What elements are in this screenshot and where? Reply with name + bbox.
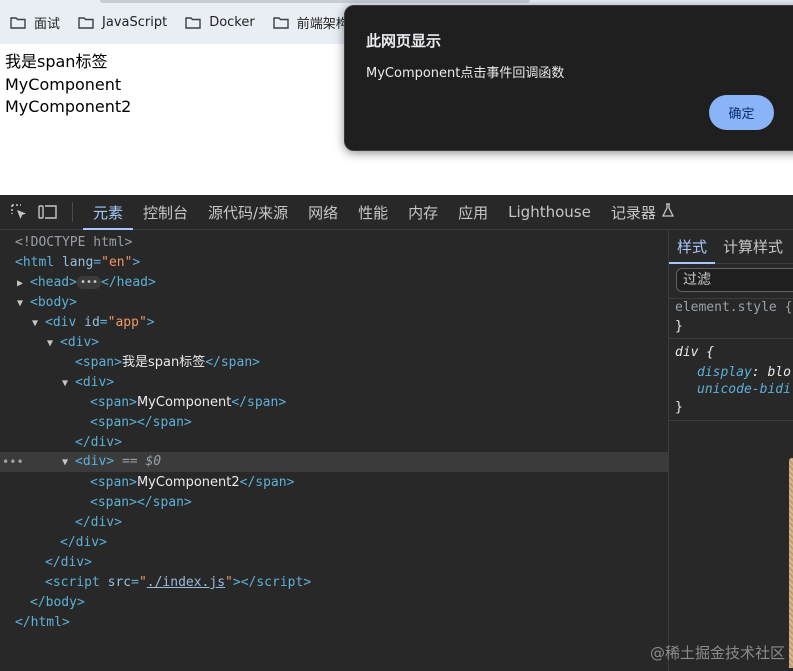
expand-arrow-icon[interactable]: ▶ <box>17 274 30 294</box>
styles-tabs: 样式 计算样式 <box>669 230 793 264</box>
dom-node-span[interactable]: <span></span> <box>0 413 668 433</box>
tab-recorder-label: 记录器 <box>610 203 656 222</box>
divider <box>669 420 793 421</box>
doctype-text: <!DOCTYPE html> <box>15 235 133 250</box>
divider <box>669 338 793 339</box>
dom-node-div-close[interactable]: </div> <box>0 553 668 573</box>
collapsed-ellipsis-icon[interactable]: ••• <box>76 276 102 289</box>
bookmark-label: Docker <box>209 14 255 30</box>
attr-value: en <box>108 255 125 270</box>
dom-node-div-selected[interactable]: ••• ▼ <div> == $0 <box>0 452 668 472</box>
ok-button[interactable]: 确定 <box>709 95 774 130</box>
folder-icon <box>185 16 201 29</box>
tab-computed[interactable]: 计算样式 <box>715 230 791 264</box>
alert-dialog: 此网页显示 MyComponent点击事件回调函数 确定 <box>344 5 793 151</box>
bookmark-item[interactable]: Docker <box>185 15 255 30</box>
page-text-line[interactable]: MyComponent <box>5 74 121 96</box>
css-value: blo <box>767 365 791 380</box>
body-open-tag: <body> <box>30 295 77 310</box>
dom-node-body-close[interactable]: </body> <box>0 593 668 613</box>
bookmark-label: 面试 <box>34 16 61 32</box>
selected-node-marker: == $0 <box>121 454 162 469</box>
toolbar-divider <box>72 202 73 222</box>
collapse-arrow-icon[interactable]: ▼ <box>62 374 75 394</box>
dom-node-div[interactable]: ▼ <div> <box>0 333 668 353</box>
dom-node-span[interactable]: <span></span> <box>0 493 668 513</box>
dom-node-head[interactable]: ▶ <head> ••• </head> <box>0 273 668 293</box>
device-toggle-icon[interactable] <box>38 202 58 222</box>
rule-close-brace: } <box>675 400 683 415</box>
elements-panel: <!DOCTYPE html> <html lang="en"> ▶ <head>… <box>0 230 668 671</box>
dom-node-div-close[interactable]: </div> <box>0 533 668 553</box>
alert-message: MyComponent点击事件回调函数 <box>366 66 565 81</box>
dom-node-body[interactable]: ▼ <body> <box>0 293 668 313</box>
page-text-line: 我是span标签 <box>5 52 108 71</box>
collapse-arrow-icon[interactable]: ▼ <box>17 294 30 314</box>
tab-application[interactable]: 应用 <box>448 195 498 230</box>
tab-strip-edge <box>100 0 530 3</box>
box-model-preview <box>789 458 793 668</box>
head-close-tag: </head> <box>101 275 156 290</box>
styles-filter-input[interactable]: 过滤 <box>676 268 793 292</box>
attr-name: id <box>84 315 100 330</box>
dom-node-html-close[interactable]: </html> <box>0 613 668 633</box>
dom-node-div[interactable]: ▼ <div> <box>0 373 668 393</box>
script-src-link[interactable]: ./index.js <box>147 575 225 590</box>
html-close-tag: </html> <box>15 615 70 630</box>
attr-name: lang <box>61 255 94 270</box>
tab-memory[interactable]: 内存 <box>398 195 448 230</box>
page-text-line[interactable]: MyComponent2 <box>5 96 131 118</box>
tab-network[interactable]: 网络 <box>298 195 348 230</box>
inspect-element-icon[interactable] <box>9 202 29 222</box>
bookmark-label: JavaScript <box>102 14 168 30</box>
alert-title: 此网页显示 <box>366 32 442 50</box>
dom-node-script[interactable]: <script src="./index.js"></script> <box>0 573 668 593</box>
dom-node-html[interactable]: <html lang="en"> <box>0 253 668 273</box>
head-open-tag: <head> <box>30 275 77 290</box>
rule-close-brace: } <box>675 319 683 334</box>
flask-icon <box>661 203 674 221</box>
bookmark-label: 前端架构 <box>296 16 349 32</box>
collapse-arrow-icon[interactable]: ▼ <box>32 314 45 334</box>
folder-icon <box>273 16 289 29</box>
dom-node-doctype[interactable]: <!DOCTYPE html> <box>0 233 668 253</box>
dom-node-div-close[interactable]: </div> <box>0 513 668 533</box>
attr-value: app <box>115 315 139 330</box>
dom-node-div-app[interactable]: ▼ <div id="app"> <box>0 313 668 333</box>
folder-icon <box>78 16 94 29</box>
dom-node-span[interactable]: <span>我是span标签</span> <box>0 353 668 373</box>
body-close-tag: </body> <box>30 595 85 610</box>
tab-console[interactable]: 控制台 <box>133 195 198 230</box>
bookmark-item[interactable]: JavaScript <box>78 15 167 30</box>
span-text: 我是span标签 <box>121 355 206 370</box>
tab-elements[interactable]: 元素 <box>83 195 134 230</box>
collapse-arrow-icon[interactable]: ▼ <box>47 334 60 354</box>
style-declaration[interactable]: display: blo <box>697 364 791 381</box>
element-style-rule[interactable]: element.style { <box>675 299 792 316</box>
style-declaration[interactable]: unicode-bidi <box>697 381 791 398</box>
collapse-arrow-icon[interactable]: ▼ <box>62 453 75 473</box>
tab-styles[interactable]: 样式 <box>669 230 716 264</box>
span-text: MyComponent2 <box>136 475 240 490</box>
dom-node-span[interactable]: <span>MyComponent</span> <box>0 393 668 413</box>
tab-recorder[interactable]: 记录器 <box>601 195 684 230</box>
tab-lighthouse[interactable]: Lighthouse <box>498 195 601 230</box>
span-text: MyComponent <box>136 395 232 410</box>
css-property: unicode-bidi <box>697 382 791 397</box>
dom-node-span[interactable]: <span>MyComponent2</span> <box>0 473 668 493</box>
tab-sources[interactable]: 源代码/来源 <box>198 195 298 230</box>
dom-node-div-close[interactable]: </div> <box>0 433 668 453</box>
folder-icon <box>10 16 26 29</box>
styles-pane: 样式 计算样式 过滤 element.style { } div { displ… <box>668 230 793 671</box>
div-rule-selector[interactable]: div { <box>675 344 714 361</box>
devtools-toolbar: 元素 控制台 源代码/来源 网络 性能 内存 应用 Lighthouse 记录器 <box>0 195 793 230</box>
more-options-icon[interactable]: ••• <box>2 452 24 472</box>
bookmark-item[interactable]: 面试 <box>10 13 60 32</box>
css-property: display <box>697 365 752 380</box>
watermark: @稀土掘金技术社区 <box>649 644 785 662</box>
tab-performance[interactable]: 性能 <box>348 195 398 230</box>
html-tag-name: html <box>22 255 55 270</box>
bookmark-item[interactable]: 前端架构 <box>273 13 349 32</box>
attr-name: src <box>107 575 132 590</box>
